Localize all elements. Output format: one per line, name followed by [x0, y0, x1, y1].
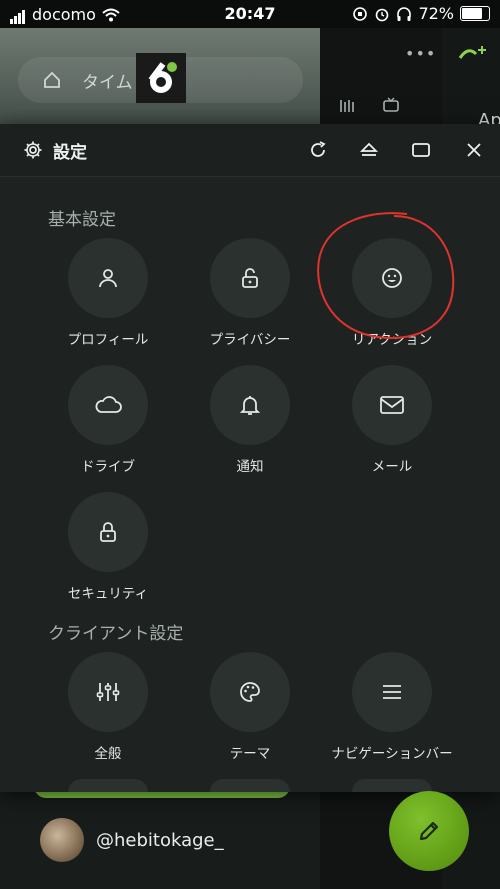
settings-item-label: プロフィール — [67, 332, 149, 348]
settings-item-label: セキュリティ — [67, 586, 149, 602]
battery-percent: 72% — [418, 4, 454, 23]
section-title-basic: 基本設定 — [48, 210, 116, 230]
settings-header: 設定 — [0, 124, 500, 177]
antenna-icon[interactable] — [338, 96, 356, 114]
settings-item-navbar[interactable]: ナビゲーションバー — [317, 652, 467, 762]
settings-item-label: 全般 — [94, 746, 122, 762]
settings-item-label: ドライブ — [81, 459, 135, 475]
settings-item-label: メール — [371, 459, 413, 475]
settings-item-label: ナビゲーションバー — [331, 746, 453, 762]
tv-icon[interactable] — [382, 96, 400, 114]
battery-icon — [460, 6, 490, 21]
app-logo — [136, 53, 186, 103]
settings-item-privacy[interactable]: プライバシー — [175, 238, 325, 348]
maximize-button[interactable] — [409, 138, 433, 162]
smile-icon — [382, 268, 402, 288]
orientation-lock-icon — [353, 6, 368, 21]
settings-item-reaction[interactable]: リアクション — [317, 238, 467, 348]
gear-icon — [21, 138, 45, 162]
unlock-icon — [242, 268, 258, 288]
settings-item-partial[interactable] — [210, 779, 290, 792]
nav-item-label: タイム — [82, 72, 133, 93]
user-icon — [99, 269, 117, 288]
mail-icon — [380, 396, 404, 414]
lock-icon — [100, 522, 116, 542]
settings-item-security[interactable]: セキュリティ — [33, 492, 183, 602]
settings-item-general[interactable]: 全般 — [33, 652, 183, 762]
cloud-icon — [95, 396, 122, 413]
settings-item-label: 通知 — [236, 459, 264, 475]
settings-item-profile[interactable]: プロフィール — [33, 238, 183, 348]
pop-out-button[interactable] — [357, 138, 381, 162]
settings-item-label: テーマ — [229, 746, 271, 762]
menu-icon — [383, 685, 401, 699]
alarm-icon — [376, 8, 389, 21]
pencil-icon — [419, 821, 439, 841]
settings-item-drive[interactable]: ドライブ — [33, 365, 183, 475]
settings-item-theme[interactable]: テーマ — [175, 652, 325, 762]
add-column-icon[interactable] — [458, 44, 488, 68]
settings-item-email[interactable]: メール — [317, 365, 467, 475]
sliders-icon — [96, 683, 120, 701]
avatar[interactable] — [40, 818, 84, 862]
section-title-client: クライアント設定 — [48, 624, 184, 644]
reload-icon — [311, 141, 326, 157]
close-icon — [467, 143, 481, 157]
reload-button[interactable] — [306, 138, 330, 162]
settings-item-partial[interactable] — [68, 779, 148, 792]
settings-item-label: リアクション — [351, 332, 433, 348]
account-handle: @hebitokage_ — [96, 829, 224, 851]
settings-item-notifications[interactable]: 通知 — [175, 365, 325, 475]
home-icon — [44, 71, 60, 88]
timeline-tabs — [338, 96, 400, 114]
settings-item-partial[interactable] — [352, 779, 432, 792]
settings-title: 設定 — [53, 143, 87, 163]
settings-panel: 設定 基本設定 プロフィール プライバシー リアクション ドライブ 通知 メール… — [0, 124, 500, 792]
square-icon — [412, 143, 430, 157]
bell-icon — [239, 396, 261, 415]
eject-icon — [359, 142, 379, 156]
account-row[interactable]: @hebitokage_ — [40, 818, 224, 862]
close-button[interactable] — [462, 138, 486, 162]
palette-icon — [240, 682, 260, 702]
status-bar: docomo 20:47 72% — [0, 0, 500, 28]
settings-item-label: プライバシー — [209, 332, 291, 348]
compose-button[interactable] — [389, 791, 469, 871]
headphones-icon — [397, 6, 412, 21]
more-icon[interactable]: ••• — [405, 44, 436, 63]
